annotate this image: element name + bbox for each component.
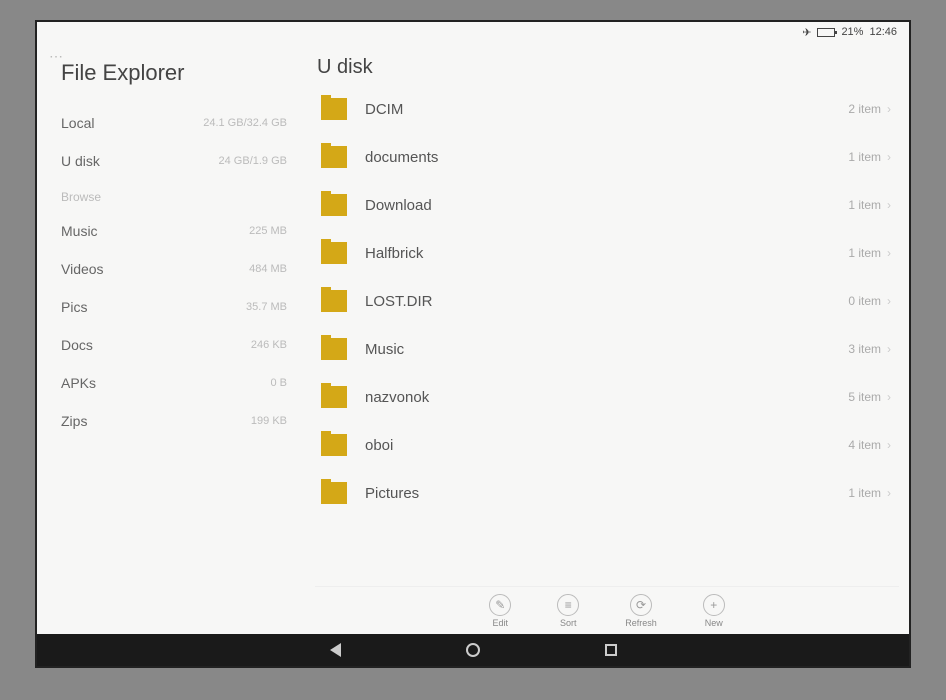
sidebar-item-meta: 225 MB [249,225,287,237]
sidebar-item-label: Pics [61,299,87,315]
sidebar-item-label: APKs [61,375,96,391]
sidebar-item-pics[interactable]: Pics 35.7 MB [61,288,287,326]
sidebar-item-label: Docs [61,337,93,353]
chevron-right-icon: › [887,438,891,452]
sidebar-item-label: U disk [61,153,100,169]
folder-count: 5 item [848,390,881,404]
folder-row[interactable]: DCIM 2 item › [315,85,899,133]
new-button[interactable]: + New [703,594,725,628]
folder-name: Halfbrick [365,245,848,262]
folder-icon [321,290,347,312]
home-button[interactable] [464,641,482,659]
folder-name: Pictures [365,485,848,502]
folder-row[interactable]: Music 3 item › [315,325,899,373]
sidebar-item-meta: 24 GB/1.9 GB [219,155,287,167]
chevron-right-icon: › [887,246,891,260]
folder-row[interactable]: Pictures 1 item › [315,469,899,517]
folder-icon [321,146,347,168]
folder-list: DCIM 2 item › documents 1 item › Downloa… [315,85,899,586]
chevron-right-icon: › [887,150,891,164]
folder-name: Music [365,341,848,358]
sort-button[interactable]: ≡ Sort [557,594,579,628]
sidebar-item-meta: 0 B [270,377,287,389]
folder-row[interactable]: documents 1 item › [315,133,899,181]
overflow-menu[interactable]: ⋯ [49,48,65,65]
app-title: File Explorer [61,60,287,86]
battery-icon [817,28,835,37]
status-bar: ✈ 21% 12:46 [37,22,909,42]
folder-name: documents [365,149,848,166]
folder-name: oboi [365,437,848,454]
folder-icon [321,194,347,216]
sidebar-item-videos[interactable]: Videos 484 MB [61,250,287,288]
plus-icon: + [703,594,725,616]
edit-button[interactable]: ✎ Edit [489,594,511,628]
sidebar-item-label: Music [61,223,98,239]
folder-row[interactable]: Download 1 item › [315,181,899,229]
folder-icon [321,338,347,360]
folder-count: 1 item [848,246,881,260]
folder-count: 4 item [848,438,881,452]
bottom-toolbar: ✎ Edit ≡ Sort ⟳ Refresh + New [315,586,899,634]
sidebar-item-udisk[interactable]: U disk 24 GB/1.9 GB [61,142,287,180]
folder-name: LOST.DIR [365,293,848,310]
sidebar-item-meta: 484 MB [249,263,287,275]
main-panel: U disk DCIM 2 item › documents 1 item › … [307,42,909,634]
clock: 12:46 [869,26,897,38]
folder-name: Download [365,197,848,214]
sidebar-item-apks[interactable]: APKs 0 B [61,364,287,402]
chevron-right-icon: › [887,390,891,404]
sidebar-item-docs[interactable]: Docs 246 KB [61,326,287,364]
chevron-right-icon: › [887,198,891,212]
chevron-right-icon: › [887,342,891,356]
folder-row[interactable]: Halfbrick 1 item › [315,229,899,277]
folder-count: 3 item [848,342,881,356]
sort-icon: ≡ [557,594,579,616]
folder-row[interactable]: nazvonok 5 item › [315,373,899,421]
recents-button[interactable] [602,641,620,659]
app-window: ⋯ ✈ 21% 12:46 File Explorer Local 24.1 G… [35,20,911,668]
square-recents-icon [605,644,617,656]
folder-icon [321,434,347,456]
sidebar-item-label: Local [61,115,94,131]
folder-count: 2 item [848,102,881,116]
folder-icon [321,482,347,504]
folder-name: DCIM [365,101,848,118]
sidebar: File Explorer Local 24.1 GB/32.4 GB U di… [37,42,307,634]
chevron-right-icon: › [887,294,891,308]
sidebar-item-meta: 24.1 GB/32.4 GB [203,117,287,129]
folder-icon [321,242,347,264]
circle-home-icon [466,643,480,657]
back-button[interactable] [326,641,344,659]
sidebar-item-meta: 246 KB [251,339,287,351]
folder-icon [321,98,347,120]
chevron-right-icon: › [887,102,891,116]
sidebar-item-music[interactable]: Music 225 MB [61,212,287,250]
sidebar-item-meta: 35.7 MB [246,301,287,313]
refresh-icon: ⟳ [630,594,652,616]
chevron-right-icon: › [887,486,891,500]
refresh-button[interactable]: ⟳ Refresh [625,594,657,628]
folder-count: 1 item [848,150,881,164]
folder-count: 1 item [848,198,881,212]
folder-name: nazvonok [365,389,848,406]
airplane-mode-icon: ✈ [802,26,811,39]
triangle-back-icon [330,643,341,657]
content-area: File Explorer Local 24.1 GB/32.4 GB U di… [37,42,909,634]
sidebar-item-label: Zips [61,413,87,429]
system-nav-bar [37,634,909,666]
sidebar-item-zips[interactable]: Zips 199 KB [61,402,287,440]
sidebar-item-local[interactable]: Local 24.1 GB/32.4 GB [61,104,287,142]
sidebar-item-label: Videos [61,261,104,277]
folder-count: 1 item [848,486,881,500]
location-title: U disk [315,56,899,79]
folder-icon [321,386,347,408]
folder-row[interactable]: oboi 4 item › [315,421,899,469]
battery-percent: 21% [841,26,863,38]
pencil-icon: ✎ [489,594,511,616]
folder-count: 0 item [848,294,881,308]
folder-row[interactable]: LOST.DIR 0 item › [315,277,899,325]
sidebar-section-header: Browse [61,190,287,204]
sidebar-item-meta: 199 KB [251,415,287,427]
